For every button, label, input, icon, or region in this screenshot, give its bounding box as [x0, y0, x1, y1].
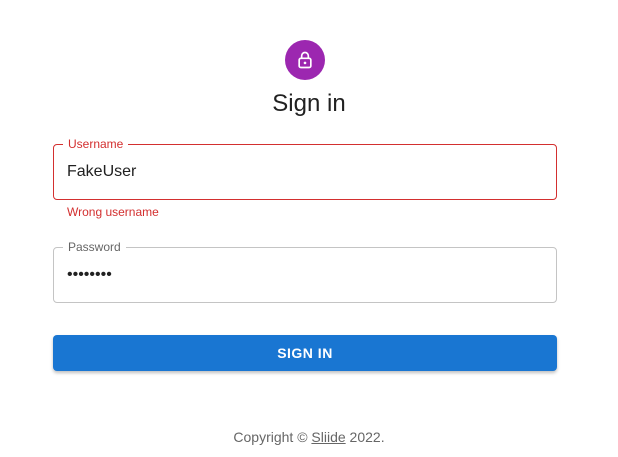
page-title: Sign in	[272, 90, 346, 117]
username-field[interactable]: Username	[53, 137, 557, 200]
copyright-year: 2022.	[349, 429, 385, 445]
lock-icon	[295, 50, 315, 70]
footer-copyright: Copyright © Sliide 2022.	[0, 428, 618, 446]
sliide-link[interactable]: Sliide	[311, 429, 345, 445]
sign-in-button[interactable]: SIGN IN	[53, 335, 557, 371]
sign-in-page: Sign in Username Wrong username Password…	[0, 0, 618, 457]
copyright-text: Copyright ©	[233, 429, 308, 445]
username-input[interactable]	[67, 145, 537, 199]
password-field[interactable]: Password	[53, 240, 557, 303]
username-error-text: Wrong username	[67, 205, 159, 219]
avatar	[285, 40, 325, 80]
password-input[interactable]	[67, 248, 537, 302]
